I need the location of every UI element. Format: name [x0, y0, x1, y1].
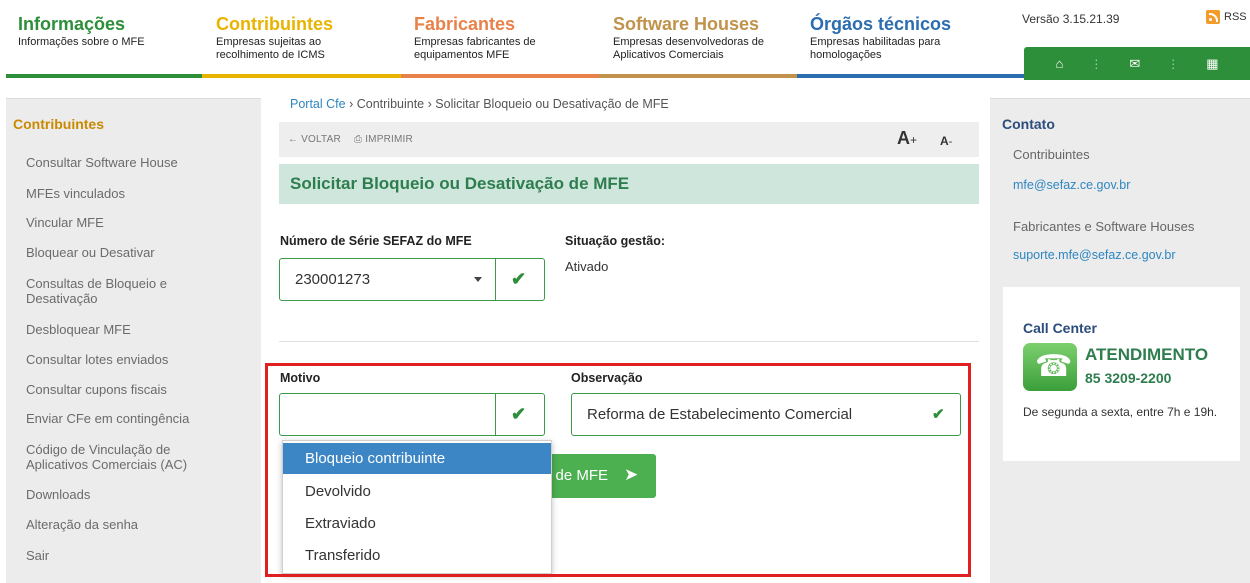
phone-icon [1023, 343, 1077, 391]
nav-section-contribuintes[interactable]: Contribuintes Empresas sujeitas ao recol… [216, 0, 386, 82]
breadcrumb-separator: › [349, 97, 354, 111]
nav-title: Contribuintes [216, 14, 333, 34]
check-icon: ✔ [511, 269, 527, 289]
nav-title: Fabricantes [414, 14, 516, 34]
nav-desc: Informações sobre o MFE [18, 36, 145, 48]
nav-underline-informacoes [6, 74, 202, 78]
rss-label: RSS [1224, 11, 1247, 23]
situacao-label: Situação gestão: [565, 234, 666, 248]
sidebar-item-consultas-bloqueio[interactable]: Consultas de Bloqueio e Desativação [26, 276, 206, 306]
sidebar-item-codigo-vinculacao[interactable]: Código de Vinculação de Aplicativos Come… [26, 442, 201, 472]
nav-desc: Empresas habilitadas para homologações [810, 36, 941, 61]
call-center-phone: 85 3209-2200 [1085, 370, 1172, 386]
call-center-atendimento: ATENDIMENTO [1085, 345, 1209, 364]
sidebar-item-consultar-lotes[interactable]: Consultar lotes enviados [26, 352, 251, 367]
nav-desc: Empresas sujeitas ao recolhimento de ICM… [216, 36, 325, 61]
font-up-sign: + [910, 133, 918, 147]
chevron-down-icon [474, 277, 482, 282]
nav-underline-orgaos-tecnicos [797, 74, 1024, 78]
contact-contrib-email-link[interactable]: mfe@sefaz.ce.gov.br [1013, 178, 1130, 192]
sidebar-item-consultar-software-house[interactable]: Consultar Software House [26, 155, 251, 170]
select-divider [495, 259, 496, 300]
back-button[interactable]: ← VOLTAR [288, 134, 341, 145]
nav-title: Órgãos técnicos [810, 14, 952, 34]
font-down-letter: A [940, 134, 949, 148]
page-toolbar: ← VOLTAR ⎙ IMPRIMIR A+ A- [279, 122, 979, 157]
serie-label: Número de Série SEFAZ do MFE [280, 234, 472, 248]
rss-icon [1206, 10, 1220, 24]
sidebar-item-alteracao-senha[interactable]: Alteração da senha [26, 517, 251, 532]
section-divider [279, 341, 979, 342]
highlight-box [265, 363, 971, 577]
rss-link[interactable]: RSS [1206, 10, 1247, 24]
contact-contrib-label: Contribuintes [1013, 147, 1090, 162]
quick-icons-bar: ⌂ ⋮ ✉ ⋮ ▦ [1024, 47, 1250, 80]
nav-desc: Empresas fabricantes de equipamentos MFE [414, 36, 536, 61]
sidebar-item-downloads[interactable]: Downloads [26, 487, 251, 502]
contact-fab-label: Fabricantes e Software Houses [1013, 219, 1195, 234]
font-decrease-button[interactable]: A- [940, 132, 952, 150]
nav-desc: Empresas desenvolvedoras de Aplicativos … [613, 36, 765, 61]
sidebar-item-sair[interactable]: Sair [26, 548, 251, 563]
contact-title: Contato [1002, 116, 1055, 132]
right-sidebar: Contato Contribuintes mfe@sefaz.ce.gov.b… [990, 98, 1250, 583]
sidebar-item-consultar-cupons[interactable]: Consultar cupons fiscais [26, 382, 251, 397]
home-icon[interactable]: ⌂ [1055, 56, 1063, 71]
nav-section-fabricantes[interactable]: Fabricantes Empresas fabricantes de equi… [414, 0, 584, 82]
font-increase-button[interactable]: A+ [897, 128, 917, 149]
serie-value: 230001273 [295, 271, 371, 288]
printer-icon: ⎙ [354, 134, 363, 145]
nav-section-software-houses[interactable]: Software Houses Empresas desenvolvedoras… [613, 0, 788, 82]
contact-fab-email-link[interactable]: suporte.mfe@sefaz.ce.gov.br [1013, 248, 1176, 262]
sidebar-item-desbloquear-mfe[interactable]: Desbloquear MFE [26, 322, 251, 337]
print-label: IMPRIMIR [365, 134, 413, 145]
font-up-letter: A [897, 128, 910, 148]
call-center-hours: De segunda a sexta, entre 7h e 19h. [1023, 405, 1218, 419]
sidebar-title: Contribuintes [13, 116, 104, 132]
breadcrumb-separator: › [427, 97, 432, 111]
call-center-box: Call Center ATENDIMENTO 85 3209-2200 De … [1003, 287, 1240, 461]
sitemap-icon[interactable]: ▦ [1206, 56, 1218, 72]
nav-title: Informações [18, 14, 126, 34]
nav-title: Software Houses [613, 14, 760, 34]
version-label: Versão 3.15.21.39 [1022, 12, 1120, 26]
nav-underline-fabricantes [401, 74, 599, 78]
nav-section-informacoes[interactable]: Informações Informações sobre o MFE [18, 0, 203, 82]
print-button[interactable]: ⎙ IMPRIMIR [354, 134, 413, 145]
nav-underline-contribuintes [202, 74, 401, 78]
font-down-sign: - [948, 136, 953, 148]
separator: ⋮ [1167, 56, 1180, 71]
call-center-title: Call Center [1023, 320, 1097, 336]
mail-icon[interactable]: ✉ [1129, 56, 1140, 72]
serie-select[interactable]: 230001273 ✔ [279, 258, 545, 301]
situacao-value: Ativado [565, 259, 609, 274]
breadcrumb-section[interactable]: Contribuinte [357, 97, 424, 111]
page-title: Solicitar Bloqueio ou Desativação de MFE [290, 174, 630, 193]
form-title-bar: Solicitar Bloqueio ou Desativação de MFE [279, 164, 979, 204]
nav-underline-software-houses [599, 74, 797, 78]
separator: ⋮ [1090, 56, 1103, 71]
sidebar-item-bloquear-desativar[interactable]: Bloquear ou Desativar [26, 245, 251, 260]
sidebar-item-enviar-cfe[interactable]: Enviar CFe em contingência [26, 411, 251, 426]
top-navigation: Informações Informações sobre o MFE Cont… [0, 0, 1250, 82]
breadcrumb-home-link[interactable]: Portal Cfe [290, 97, 346, 111]
sidebar-item-mfes-vinculados[interactable]: MFEs vinculados [26, 186, 251, 201]
sidebar-item-vincular-mfe[interactable]: Vincular MFE [26, 215, 251, 230]
left-sidebar: Contribuintes Consultar Software House M… [6, 98, 261, 583]
breadcrumb: Portal Cfe › Contribuinte › Solicitar Bl… [290, 97, 669, 111]
nav-section-orgaos-tecnicos[interactable]: Órgãos técnicos Empresas habilitadas par… [810, 0, 990, 82]
breadcrumb-current: Solicitar Bloqueio ou Desativação de MFE [435, 97, 669, 111]
